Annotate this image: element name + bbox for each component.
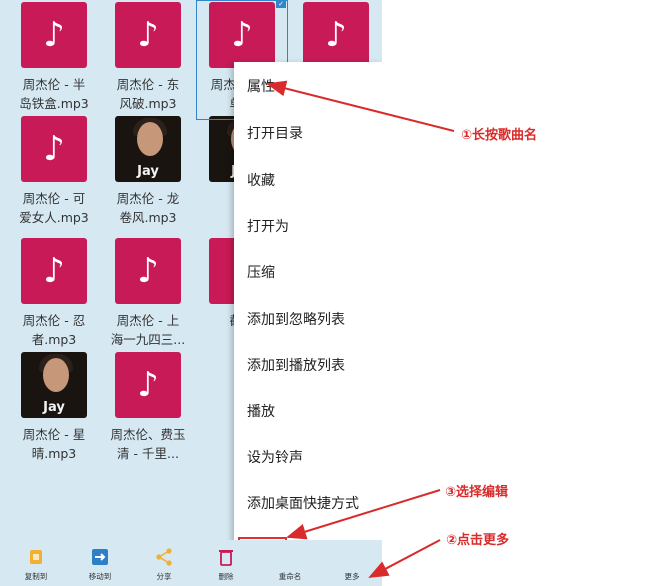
- annotation-step3: ③选择编辑: [445, 485, 509, 500]
- arrow-select-edit: [286, 489, 441, 540]
- annotation-step1: ①长按歌曲名: [461, 128, 538, 143]
- arrow-long-press: [266, 80, 455, 132]
- arrow-click-more: [368, 539, 441, 578]
- annotation-step2: ②点击更多: [446, 533, 510, 548]
- annotation-arrows: [266, 80, 455, 578]
